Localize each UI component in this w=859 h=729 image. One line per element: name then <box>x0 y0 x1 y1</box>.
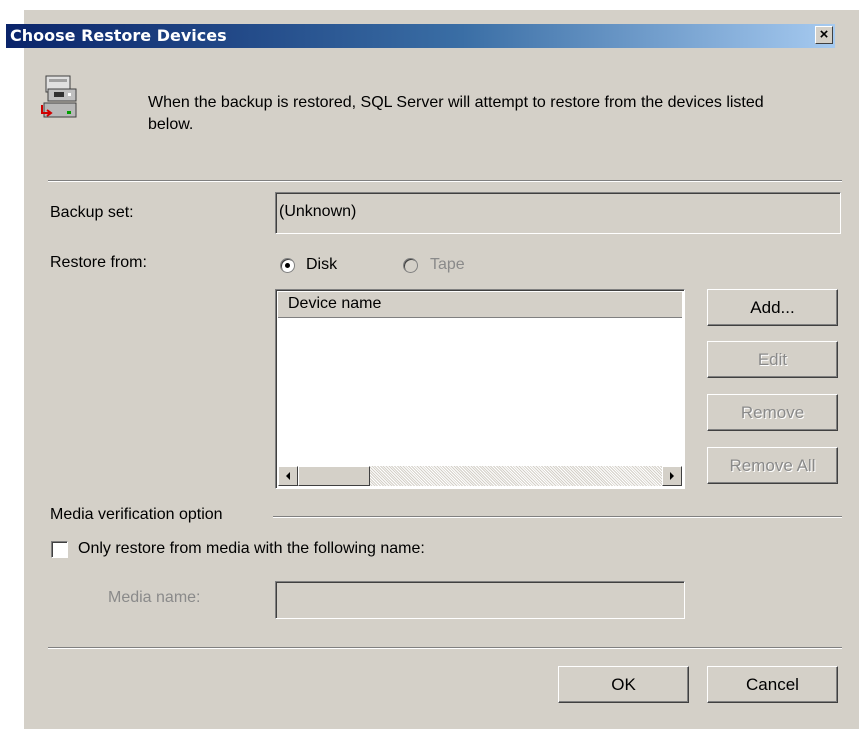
dialog-title: Choose Restore Devices <box>10 26 227 45</box>
remove-all-button-label: Remove All <box>729 455 816 475</box>
scroll-left-button[interactable] <box>278 466 298 486</box>
media-name-input[interactable] <box>275 581 685 619</box>
edit-button[interactable]: Edit <box>707 341 838 378</box>
add-button-label: Add... <box>750 297 795 317</box>
tape-radio[interactable] <box>403 258 418 273</box>
header-divider <box>48 180 842 182</box>
backup-set-value: (Unknown) <box>279 203 357 220</box>
scroll-right-button[interactable] <box>662 466 682 486</box>
edit-button-label: Edit <box>757 349 788 369</box>
close-button[interactable]: × <box>815 26 833 44</box>
close-icon: × <box>819 26 829 43</box>
media-verification-group-label: Media verification option <box>50 506 223 523</box>
horizontal-scrollbar[interactable] <box>278 466 682 486</box>
scroll-thumb[interactable] <box>298 466 370 486</box>
only-restore-from-media-checkbox[interactable] <box>51 541 68 558</box>
restore-from-label: Restore from: <box>50 254 147 271</box>
remove-all-button[interactable]: Remove All <box>707 447 838 484</box>
media-name-label: Media name: <box>108 589 201 606</box>
arrow-left-icon <box>286 472 290 480</box>
ok-button-label: OK <box>611 674 636 694</box>
arrow-right-icon <box>670 472 674 480</box>
backup-set-label: Backup set: <box>50 204 134 221</box>
remove-button-label: Remove <box>740 402 805 422</box>
disk-radio[interactable] <box>280 258 295 273</box>
cancel-button-label: Cancel <box>746 674 799 694</box>
device-list[interactable]: Device name <box>275 289 685 489</box>
header-message: When the backup is restored, SQL Server … <box>148 94 764 133</box>
device-name-column-header[interactable]: Device name <box>278 292 682 318</box>
only-restore-from-media-label[interactable]: Only restore from media with the followi… <box>78 540 425 558</box>
remove-button[interactable]: Remove <box>707 394 838 431</box>
title-bar[interactable]: Choose Restore Devices × <box>6 24 835 48</box>
restore-device-icon <box>41 75 77 118</box>
tape-radio-label[interactable]: Tape <box>430 256 465 274</box>
cancel-button[interactable]: Cancel <box>707 666 838 703</box>
disk-radio-label[interactable]: Disk <box>306 256 337 274</box>
backup-set-field: (Unknown) <box>275 192 841 234</box>
device-name-header-label: Device name <box>288 295 382 312</box>
add-button[interactable]: Add... <box>707 289 838 326</box>
ok-button[interactable]: OK <box>558 666 689 703</box>
media-verification-divider <box>273 516 842 518</box>
footer-divider <box>48 647 842 649</box>
